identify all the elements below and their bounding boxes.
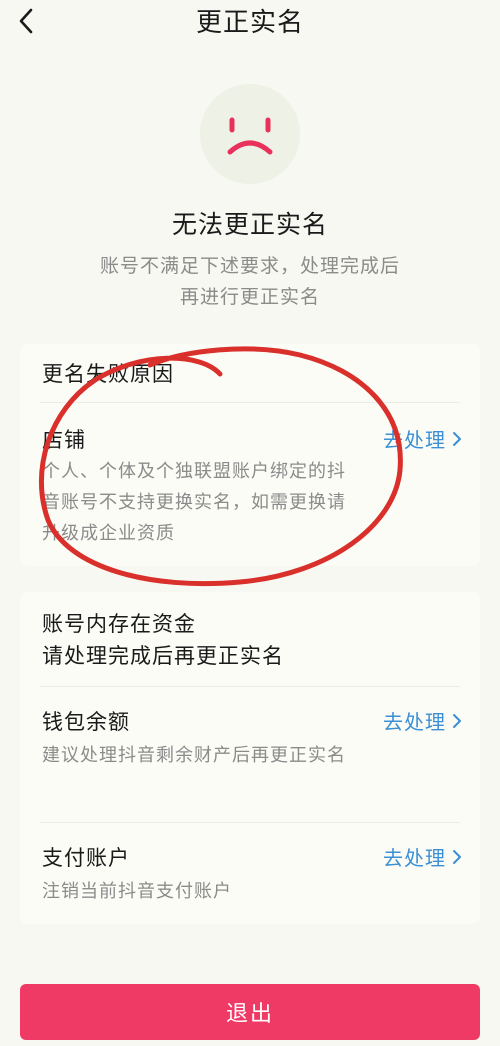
funds-card: 账号内存在资金 请处理完成后再更正实名 钱包余额 去处理 建议处理抖音剩余财产后… [20,592,480,924]
chevron-right-icon [453,431,461,446]
divider [40,402,460,403]
wallet-action-link[interactable]: 去处理 [383,706,462,735]
item-title-payment-account: 支付账户 [42,846,130,870]
item-title-wallet: 钱包余额 [42,710,130,734]
item-description-wallet: 建议处理抖音剩余财产后再更正实名 [42,745,346,766]
item-description-store: 个人、个体及个独联盟账户绑定的抖音账号不支持更换实名，如需更换请升级成企业资质 [42,461,346,544]
sad-face-icon [200,84,300,184]
result-description: 账号不满足下述要求，处理完成后再进行更正实名 [99,255,400,308]
page-title: 更正实名 [195,8,304,38]
action-label: 去处理 [383,428,446,452]
page: 更正实名 无法更正实名 账号不满足下述要求，处理完成后再进行更正实名 更名失败原… [0,0,500,1046]
item-title-store: 店铺 [42,428,86,452]
result-title: 无法更正实名 [171,210,328,239]
payment-account-action-link[interactable]: 去处理 [383,842,462,871]
chevron-right-icon [453,713,461,728]
divider [40,686,460,687]
divider [40,822,460,823]
chevron-right-icon [453,849,461,864]
section-title-line2: 请处理完成后再更正实名 [42,644,284,668]
item-description-payment-account: 注销当前抖音支付账户 [42,881,232,902]
section-title-line1: 账号内存在资金 [42,612,196,636]
store-action-link[interactable]: 去处理 [383,424,462,453]
header: 更正实名 [0,0,500,44]
action-label: 去处理 [383,710,446,734]
section-title: 更名失败原因 [42,362,174,386]
failure-reasons-card: 更名失败原因 店铺 去处理 个人、个体及个独联盟账户绑定的抖音账号不支持更换实名… [20,344,480,566]
action-label: 去处理 [383,846,446,870]
exit-button[interactable]: 退出 [20,984,480,1040]
